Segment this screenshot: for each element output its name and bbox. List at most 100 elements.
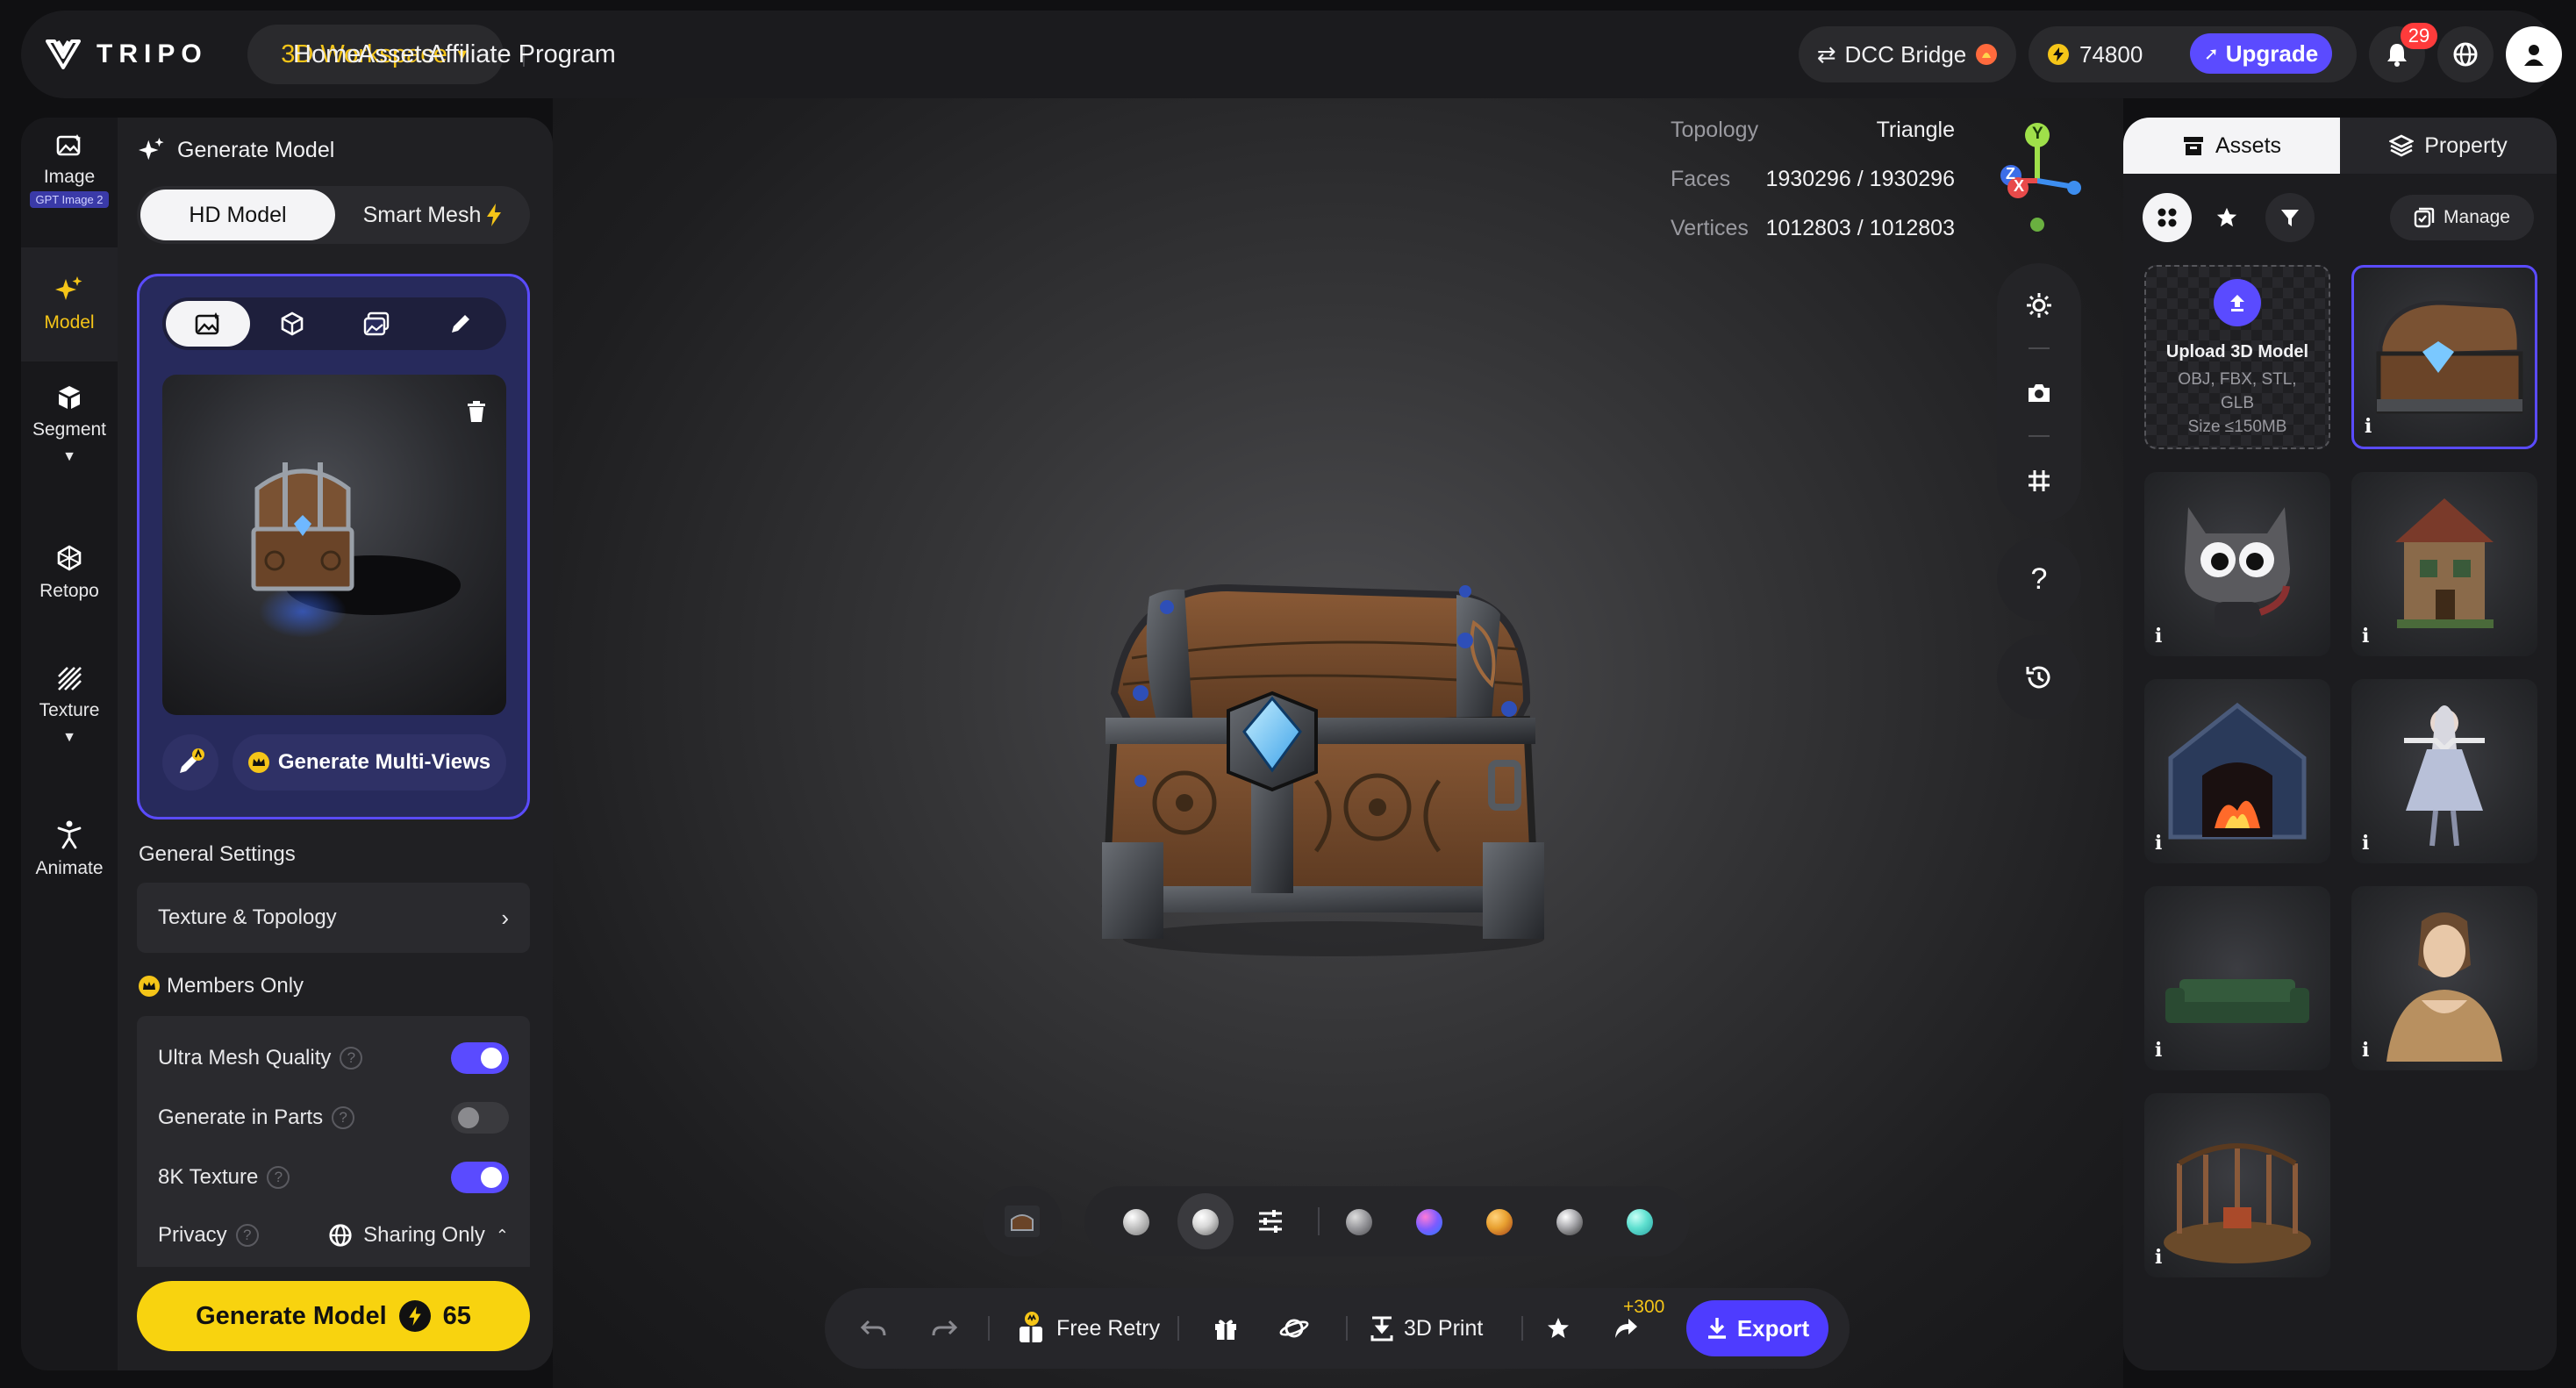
lighting-button[interactable] [2018,284,2060,326]
nav-assets-label: Assets [358,39,435,68]
edit-image-button[interactable] [162,734,218,791]
help-icon[interactable]: ? [340,1047,363,1070]
action-divider [1177,1316,1179,1341]
redo-button[interactable] [930,1288,958,1369]
asset-info-icon[interactable]: i [2155,1039,2162,1062]
sidebar-label-retopo: Retopo [39,581,99,601]
material-settings-button[interactable] [1256,1207,1284,1235]
tab-batch-images[interactable] [334,301,419,347]
credits-pill: 74800 ➚ Upgrade [2029,26,2357,82]
history-button[interactable] [1997,635,2081,719]
grid-toggle-button[interactable] [2018,460,2060,502]
help-button[interactable]: ? [1997,537,2081,621]
tab-smart-mesh[interactable]: Smart Mesh [339,190,526,240]
material-texture-ball[interactable] [1192,1209,1219,1235]
assets-panel-tabs: Assets Property [2123,118,2557,174]
publish-button[interactable] [1279,1288,1309,1369]
upload-3d-model-button[interactable]: Upload 3D Model OBJ, FBX, STL, GLB Size … [2144,265,2330,449]
asset-item-treasure-chest[interactable]: i [2351,265,2537,449]
tripo-logo-icon [46,39,81,69]
generate-model-button[interactable]: Generate Model 65 [137,1281,530,1351]
texture-topology-content: Texture & Topology › [158,898,509,937]
gift-button[interactable] [1213,1288,1239,1369]
chevron-down-icon[interactable]: ▼ [62,449,76,465]
sidebar-item-segment[interactable]: Segment ▼ [21,384,118,516]
screenshot-button[interactable] [2018,372,2060,414]
generate-label: Generate Model [196,1301,387,1330]
filter-all-button[interactable] [2143,193,2192,242]
asset-item-portrait-bust[interactable]: i [2351,886,2537,1070]
tab-sketch[interactable] [419,301,503,347]
axis-gizmo[interactable]: Y X Z [1985,118,2090,240]
asset-info-icon[interactable]: i [2155,832,2162,855]
delete-image-button[interactable] [457,392,496,431]
tab-hd-model[interactable]: HD Model [140,190,335,240]
stat-vertices: Vertices 1012803 / 1012803 [1671,216,1955,241]
chevron-down-icon[interactable]: ▼ [62,730,76,746]
asset-item-green-sofa[interactable]: i [2144,886,2330,1070]
help-icon[interactable]: ? [332,1106,355,1129]
generate-in-parts-toggle[interactable] [451,1102,509,1134]
sidebar-item-texture[interactable]: Texture ▼ [21,665,118,797]
asset-item-fireplace[interactable]: i [2144,679,2330,863]
export-button[interactable]: Export [1686,1300,1828,1356]
undo-button[interactable] [860,1288,888,1369]
nav-assets[interactable]: Assets [358,11,434,98]
material-matte-ball[interactable] [1346,1209,1372,1235]
rocket-icon: ➚ [2204,44,2219,64]
filter-favorites-button[interactable] [2202,193,2251,242]
upgrade-button[interactable]: ➚ Upgrade [2190,33,2333,74]
sidebar-label-texture: Texture [39,700,100,720]
help-icon[interactable]: ? [267,1166,290,1189]
sidebar-item-model[interactable]: Model [21,247,118,361]
model-thumbnail-button[interactable] [983,1186,1062,1256]
material-chrome-ball[interactable] [1556,1209,1583,1235]
asset-item-stage-scene[interactable]: i [2144,1093,2330,1277]
material-divider [1318,1207,1320,1235]
asset-info-icon[interactable]: i [2155,625,2162,647]
manage-button[interactable]: Manage [2390,195,2534,240]
tab-multi-view[interactable] [250,301,334,347]
input-image-preview[interactable] [162,375,506,715]
nav-affiliate-label: Affiliate Program [428,39,616,68]
filter-button[interactable] [2265,193,2315,242]
asset-item-fairy-figure[interactable]: i [2351,679,2537,863]
language-button[interactable] [2437,26,2494,82]
fire-badge-icon [1976,44,1998,65]
8k-texture-toggle[interactable] [451,1162,509,1193]
texture-topology-row[interactable]: Texture & Topology › [137,883,530,953]
asset-info-icon[interactable]: i [2365,415,2372,438]
sidebar-item-animate[interactable]: Animate [21,819,118,907]
asset-item-cottage[interactable]: i [2351,472,2537,656]
tab-property[interactable]: Property [2340,118,2557,174]
material-clay-ball[interactable] [1123,1209,1149,1235]
toolbar-divider [2029,435,2050,437]
sidebar-item-retopo[interactable]: Retopo [21,544,118,632]
material-gold-ball[interactable] [1486,1209,1513,1235]
nav-affiliate[interactable]: Affiliate Program [428,11,616,98]
panel-title: Generate Model [139,137,334,163]
3d-print-button[interactable]: 3D Print [1369,1288,1483,1369]
treasure-chest-model[interactable] [1079,553,1571,965]
favorite-button[interactable] [1546,1288,1571,1369]
dcc-bridge-button[interactable]: ⇄ DCC Bridge [1799,26,2016,82]
asset-info-icon[interactable]: i [2362,1039,2369,1062]
privacy-select[interactable]: Sharing Only ⌃ [328,1223,509,1248]
material-teal-ball[interactable] [1627,1209,1653,1235]
tab-assets[interactable]: Assets [2123,118,2340,174]
asset-info-icon[interactable]: i [2362,625,2369,647]
ultra-mesh-toggle[interactable] [451,1042,509,1074]
material-iridescent-ball[interactable] [1416,1209,1442,1235]
free-retry-button[interactable]: Free Retry [1016,1288,1160,1369]
sidebar-item-image[interactable]: Image GPT Image 2 [21,133,118,246]
nav-home[interactable]: Home [293,11,361,98]
generate-multiviews-button[interactable]: Generate Multi-Views [233,734,506,791]
asset-info-icon[interactable]: i [2362,832,2369,855]
help-icon[interactable]: ? [235,1224,259,1247]
tab-single-image[interactable] [166,301,250,347]
asset-item-cat-figure[interactable]: i [2144,472,2330,656]
asset-info-icon[interactable]: i [2155,1246,2162,1269]
profile-button[interactable] [2506,26,2562,82]
action-divider [988,1316,990,1341]
logo[interactable]: TRIPO [46,11,208,98]
